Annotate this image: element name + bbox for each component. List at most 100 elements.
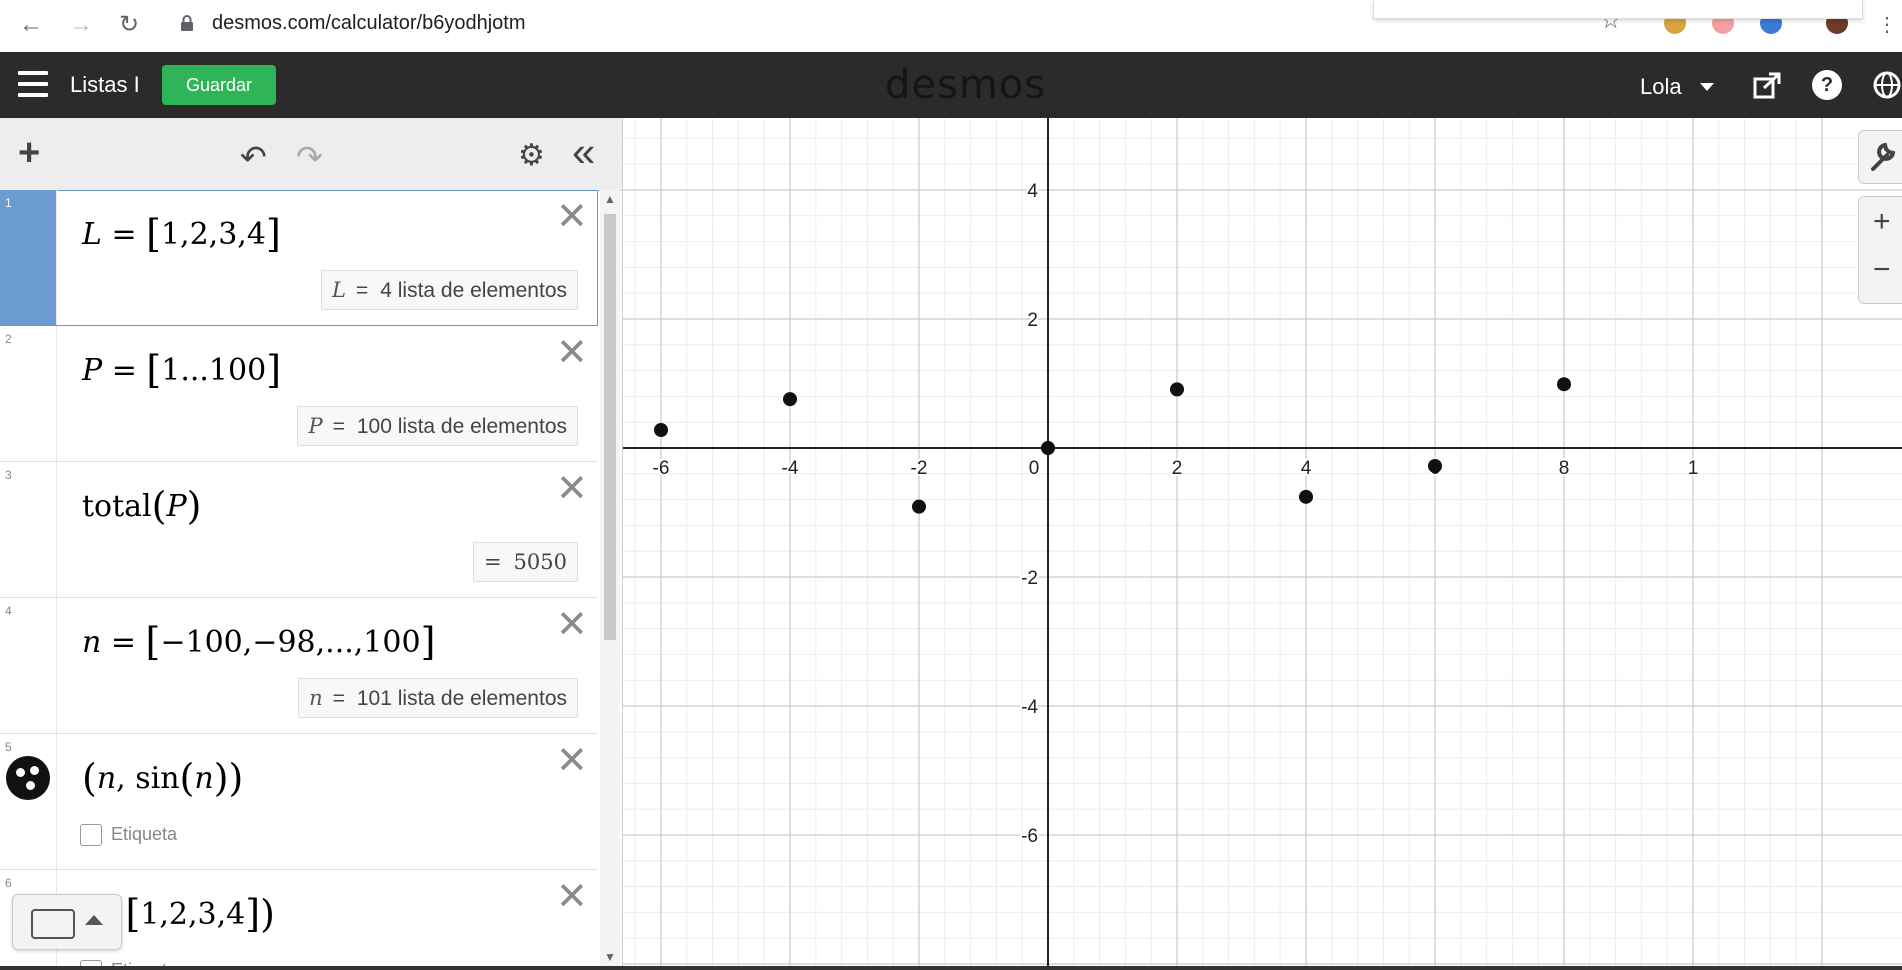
expression-math[interactable]: P = [1...100] bbox=[82, 348, 281, 392]
close-icon[interactable]: ✕ bbox=[556, 742, 588, 780]
eval-text: 100 lista de elementos bbox=[356, 415, 567, 438]
point-style-icon[interactable] bbox=[6, 756, 50, 800]
address-bar[interactable]: desmos.com/calculator/b6yodhjotm bbox=[160, 7, 1382, 41]
evaluation-box: P = 100 lista de elementos bbox=[297, 406, 578, 446]
gear-icon[interactable]: ⚙ bbox=[518, 138, 545, 173]
url-text[interactable]: desmos.com/calculator/b6yodhjotm bbox=[212, 12, 525, 35]
keyboard-icon bbox=[31, 909, 75, 939]
expression-row[interactable]: 4 n = [−100,−98,...,100] ✕ n = 101 lista d… bbox=[0, 598, 598, 734]
expression-row[interactable]: 2 P = [1...100] ✕ P = 100 lista de element… bbox=[0, 326, 598, 462]
user-menu[interactable]: Lola bbox=[1640, 74, 1682, 100]
zoom-out-icon[interactable]: − bbox=[1873, 253, 1891, 287]
eval-text: 4 lista de elementos bbox=[380, 279, 567, 302]
share-icon[interactable] bbox=[1752, 70, 1782, 100]
zoom-controls: + − bbox=[1858, 196, 1902, 304]
scroll-thumb[interactable] bbox=[604, 214, 616, 640]
scrollbar[interactable]: ▲ ▼ bbox=[600, 190, 620, 970]
save-button[interactable]: Guardar bbox=[162, 65, 276, 105]
help-icon[interactable]: ? bbox=[1812, 70, 1842, 100]
hamburger-menu-icon[interactable] bbox=[18, 71, 48, 97]
x-tick-label: 1 bbox=[1688, 458, 1699, 479]
menu-dots-icon[interactable]: ⋮ bbox=[1872, 10, 1902, 40]
desmos-logo: desmos bbox=[885, 62, 1047, 108]
expression-gutter[interactable]: 5 bbox=[0, 734, 57, 869]
evaluation-box: L = 4 lista de elementos bbox=[321, 270, 578, 310]
expression-panel: + ↶ ↷ ⚙ « 1 L = [1,2,3,4] ✕ L = 4 lista de… bbox=[0, 118, 623, 970]
add-expression-icon[interactable]: + bbox=[18, 134, 40, 172]
data-point bbox=[1041, 441, 1055, 455]
expression-math[interactable]: total(P) bbox=[82, 484, 202, 528]
graph-canvas[interactable]: -10-8-6-4-2024681642-2-4-6 bbox=[623, 118, 1902, 968]
chevron-down-icon[interactable] bbox=[1700, 83, 1714, 91]
expression-math[interactable]: n = [−100,−98,...,100] bbox=[82, 620, 435, 664]
expression-index: 1 bbox=[5, 196, 12, 210]
scroll-down-icon[interactable]: ▼ bbox=[604, 950, 616, 964]
expression-math[interactable]: L = [1,2,3,4] bbox=[82, 212, 281, 256]
forward-icon[interactable]: → bbox=[66, 10, 96, 40]
graph-settings-button[interactable] bbox=[1858, 130, 1902, 184]
data-point bbox=[1428, 458, 1442, 473]
expression-index: 5 bbox=[5, 740, 12, 754]
lock-icon bbox=[181, 15, 193, 31]
expression-gutter[interactable]: 4 bbox=[0, 598, 57, 733]
close-icon[interactable]: ✕ bbox=[556, 606, 588, 644]
expression-index: 6 bbox=[5, 876, 12, 890]
zoom-in-icon[interactable]: + bbox=[1873, 205, 1891, 239]
y-tick-label: -2 bbox=[1021, 568, 1038, 589]
close-icon[interactable]: ✕ bbox=[556, 470, 588, 508]
data-point bbox=[912, 499, 926, 514]
graph-paper[interactable]: -10-8-6-4-2024681642-2-4-6 bbox=[623, 118, 1902, 968]
back-icon[interactable]: ← bbox=[16, 10, 46, 40]
x-tick-label: 4 bbox=[1301, 458, 1312, 479]
scroll-up-icon[interactable]: ▲ bbox=[604, 192, 616, 206]
expression-toolbar: + ↶ ↷ ⚙ « bbox=[0, 118, 622, 191]
expression-row[interactable]: 1 L = [1,2,3,4] ✕ L = 4 lista de elementos bbox=[0, 190, 598, 327]
evaluation-box: = 5050 bbox=[472, 542, 578, 582]
y-tick-label: 4 bbox=[1027, 181, 1038, 202]
evaluation-box: n = 101 lista de elementos bbox=[298, 678, 578, 718]
expression-row[interactable]: 5 (n, sin(n)) ✕ Etiqueta bbox=[0, 734, 598, 870]
expression-math[interactable]: (n, sin(n)) bbox=[82, 756, 243, 800]
wrench-icon bbox=[1871, 142, 1896, 171]
expression-index: 4 bbox=[5, 604, 12, 618]
data-point bbox=[654, 423, 668, 438]
data-point bbox=[1170, 382, 1184, 397]
x-tick-label: 2 bbox=[1172, 458, 1183, 479]
y-tick-label: 2 bbox=[1027, 310, 1038, 331]
eval-variable: P bbox=[308, 414, 323, 438]
data-point bbox=[1557, 377, 1571, 392]
expression-gutter[interactable]: 3 bbox=[0, 462, 57, 597]
collapse-panel-icon[interactable]: « bbox=[572, 128, 595, 176]
eval-variable: L bbox=[332, 278, 346, 302]
undo-icon[interactable]: ↶ bbox=[240, 138, 267, 176]
x-tick-label: -6 bbox=[653, 458, 670, 479]
eval-variable: n bbox=[309, 686, 323, 710]
y-tick-label: -4 bbox=[1021, 697, 1038, 718]
graph-title[interactable]: Listas I bbox=[70, 72, 140, 98]
x-tick-label: 8 bbox=[1559, 458, 1570, 479]
dropdown-shade bbox=[1373, 0, 1863, 19]
x-tick-label: -4 bbox=[782, 458, 799, 479]
x-tick-label: -2 bbox=[911, 458, 928, 479]
app-header: Listas I Guardar desmos Lola ? bbox=[0, 52, 1902, 118]
expression-row[interactable]: 3 total(P) ✕ = 5050 bbox=[0, 462, 598, 598]
taskbar-strip bbox=[0, 966, 1902, 970]
eval-text: 5050 bbox=[513, 550, 567, 574]
expression-index: 3 bbox=[5, 468, 12, 482]
close-icon[interactable]: ✕ bbox=[556, 878, 588, 916]
label-text: Etiqueta bbox=[111, 824, 178, 844]
expression-list: 1 L = [1,2,3,4] ✕ L = 4 lista de elementos… bbox=[0, 190, 598, 970]
globe-icon[interactable] bbox=[1872, 70, 1902, 100]
expression-index: 2 bbox=[5, 332, 12, 346]
label-checkbox[interactable] bbox=[80, 824, 102, 846]
close-icon[interactable]: ✕ bbox=[556, 334, 588, 372]
x-tick-label: 0 bbox=[1029, 458, 1040, 479]
close-icon[interactable]: ✕ bbox=[556, 198, 588, 236]
y-tick-label: -6 bbox=[1021, 826, 1038, 847]
keyboard-toggle-button[interactable] bbox=[12, 894, 122, 950]
expression-gutter[interactable]: 1 bbox=[0, 190, 57, 325]
reload-icon[interactable]: ↻ bbox=[114, 10, 144, 40]
caret-up-icon bbox=[85, 915, 103, 925]
expression-gutter[interactable]: 2 bbox=[0, 326, 57, 461]
redo-icon[interactable]: ↷ bbox=[296, 138, 323, 176]
